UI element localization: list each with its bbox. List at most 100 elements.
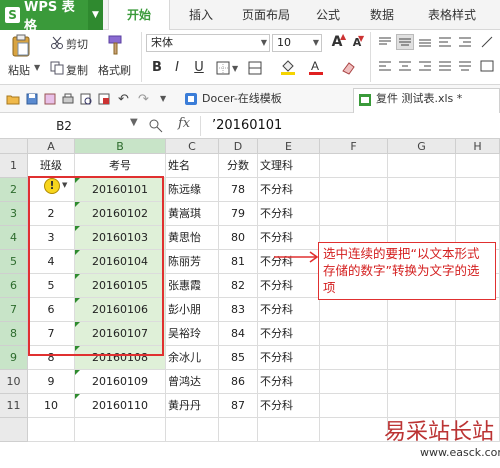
row-header[interactable] — [0, 418, 28, 442]
table-cell[interactable] — [388, 202, 456, 226]
table-cell[interactable]: 80 — [219, 226, 258, 250]
table-cell[interactable] — [388, 154, 456, 178]
tab-table-style[interactable]: 表格样式 — [420, 0, 484, 30]
font-name-select[interactable]: 宋体 ▼ — [146, 34, 270, 52]
copy-button[interactable]: 复制 — [66, 62, 88, 78]
tab-docer-templates[interactable]: Docer-在线模板 — [186, 88, 282, 110]
table-cell[interactable]: 不分科 — [258, 346, 320, 370]
table-cell[interactable] — [320, 322, 388, 346]
justify-icon[interactable] — [438, 60, 452, 72]
table-cell[interactable]: 9 — [28, 370, 75, 394]
font-name-dropdown-icon[interactable]: ▼ — [261, 35, 267, 51]
table-cell[interactable] — [28, 418, 75, 442]
table-cell[interactable]: 不分科 — [258, 178, 320, 202]
row-header[interactable]: 8 — [0, 322, 28, 346]
header-cell[interactable]: 考号 — [75, 154, 166, 178]
row-header[interactable]: 6 — [0, 274, 28, 298]
save-icon[interactable] — [26, 93, 38, 105]
table-cell[interactable]: 不分科 — [258, 298, 320, 322]
table-cell[interactable]: 黄丹丹 — [166, 394, 219, 418]
table-cell[interactable]: 20160109 — [75, 370, 166, 394]
table-cell[interactable]: 曾鸿达 — [166, 370, 219, 394]
border-dropdown-icon[interactable]: ▼ — [232, 64, 238, 73]
table-cell[interactable]: 不分科 — [258, 274, 320, 298]
table-cell[interactable]: 不分科 — [258, 394, 320, 418]
merge-center-icon[interactable] — [480, 60, 494, 72]
row-header[interactable]: 2 — [0, 178, 28, 202]
app-menu-dropdown-icon[interactable]: ▼ — [87, 0, 103, 30]
table-cell[interactable]: 吴裕玲 — [166, 322, 219, 346]
table-cell[interactable] — [388, 298, 456, 322]
tab-page-layout[interactable]: 页面布局 — [234, 0, 298, 30]
wrap-text-icon[interactable] — [438, 36, 452, 48]
align-middle-icon[interactable] — [396, 34, 414, 50]
table-cell[interactable] — [320, 202, 388, 226]
header-cell[interactable]: 文理科 — [258, 154, 320, 178]
paste-button[interactable]: 粘贴 — [8, 62, 30, 78]
table-cell[interactable] — [219, 418, 258, 442]
table-cell[interactable] — [456, 298, 500, 322]
table-cell[interactable] — [166, 418, 219, 442]
bold-button[interactable]: B — [148, 60, 166, 75]
table-cell[interactable]: 81 — [219, 250, 258, 274]
table-cell[interactable]: 不分科 — [258, 226, 320, 250]
cut-button[interactable]: 剪切 — [66, 36, 88, 52]
orientation-icon[interactable] — [480, 36, 494, 48]
select-all-corner[interactable] — [0, 139, 28, 154]
tab-home[interactable]: 开始 — [108, 0, 170, 30]
column-header-f[interactable]: F — [320, 139, 388, 154]
table-cell[interactable]: 陈远缘 — [166, 178, 219, 202]
table-cell[interactable]: 不分科 — [258, 322, 320, 346]
table-cell[interactable] — [456, 202, 500, 226]
table-cell[interactable] — [456, 346, 500, 370]
paste-icon[interactable] — [10, 34, 32, 58]
column-header-g[interactable]: G — [388, 139, 456, 154]
table-cell[interactable] — [456, 370, 500, 394]
formula-input[interactable]: ’20160101 — [212, 118, 282, 133]
table-cell[interactable] — [320, 394, 388, 418]
table-cell[interactable]: 彭小朋 — [166, 298, 219, 322]
align-bottom-icon[interactable] — [418, 36, 432, 48]
header-cell[interactable]: 分数 — [219, 154, 258, 178]
table-cell[interactable]: 79 — [219, 202, 258, 226]
table-cell[interactable] — [388, 322, 456, 346]
table-cell[interactable] — [320, 154, 388, 178]
table-cell[interactable]: 余冰儿 — [166, 346, 219, 370]
name-box-dropdown-icon[interactable]: ▼ — [130, 117, 138, 128]
row-header[interactable]: 1 — [0, 154, 28, 178]
column-header-e[interactable]: E — [258, 139, 320, 154]
table-cell[interactable] — [320, 298, 388, 322]
table-cell[interactable]: 10 — [28, 394, 75, 418]
header-cell[interactable]: 姓名 — [166, 154, 219, 178]
open-folder-icon[interactable] — [6, 93, 20, 105]
row-header[interactable]: 4 — [0, 226, 28, 250]
table-cell[interactable]: 陈丽芳 — [166, 250, 219, 274]
font-size-select[interactable]: 10 ▼ — [272, 34, 322, 52]
wps-app-menu-button[interactable]: S WPS 表格 ▼ — [0, 0, 103, 34]
align-top-icon[interactable] — [378, 36, 392, 48]
print-icon[interactable] — [62, 93, 74, 105]
table-cell[interactable]: 85 — [219, 346, 258, 370]
clear-format-icon[interactable] — [340, 60, 356, 76]
header-cell[interactable]: 班级 — [28, 154, 75, 178]
row-header[interactable]: 9 — [0, 346, 28, 370]
tab-formulas[interactable]: 公式 — [308, 0, 348, 30]
table-cell[interactable] — [320, 346, 388, 370]
column-header-a[interactable]: A — [28, 139, 75, 154]
quick-access-dropdown-icon[interactable]: ▼ — [160, 94, 166, 103]
column-header-c[interactable]: C — [166, 139, 219, 154]
print-preview-icon[interactable] — [80, 93, 92, 105]
save-as-icon[interactable] — [44, 93, 56, 105]
undo-icon[interactable]: ↶ — [118, 92, 129, 107]
row-header[interactable]: 11 — [0, 394, 28, 418]
indent-icon[interactable] — [458, 36, 472, 48]
table-cell[interactable]: 黄思怡 — [166, 226, 219, 250]
redo-icon[interactable]: ↷ — [138, 92, 149, 107]
table-cell[interactable] — [388, 346, 456, 370]
export-pdf-icon[interactable] — [98, 93, 110, 105]
table-cell[interactable] — [388, 370, 456, 394]
distributed-icon[interactable] — [458, 60, 472, 72]
table-cell[interactable]: 张惠霞 — [166, 274, 219, 298]
underline-button[interactable]: U — [190, 60, 208, 75]
fill-color-icon[interactable] — [280, 58, 296, 76]
